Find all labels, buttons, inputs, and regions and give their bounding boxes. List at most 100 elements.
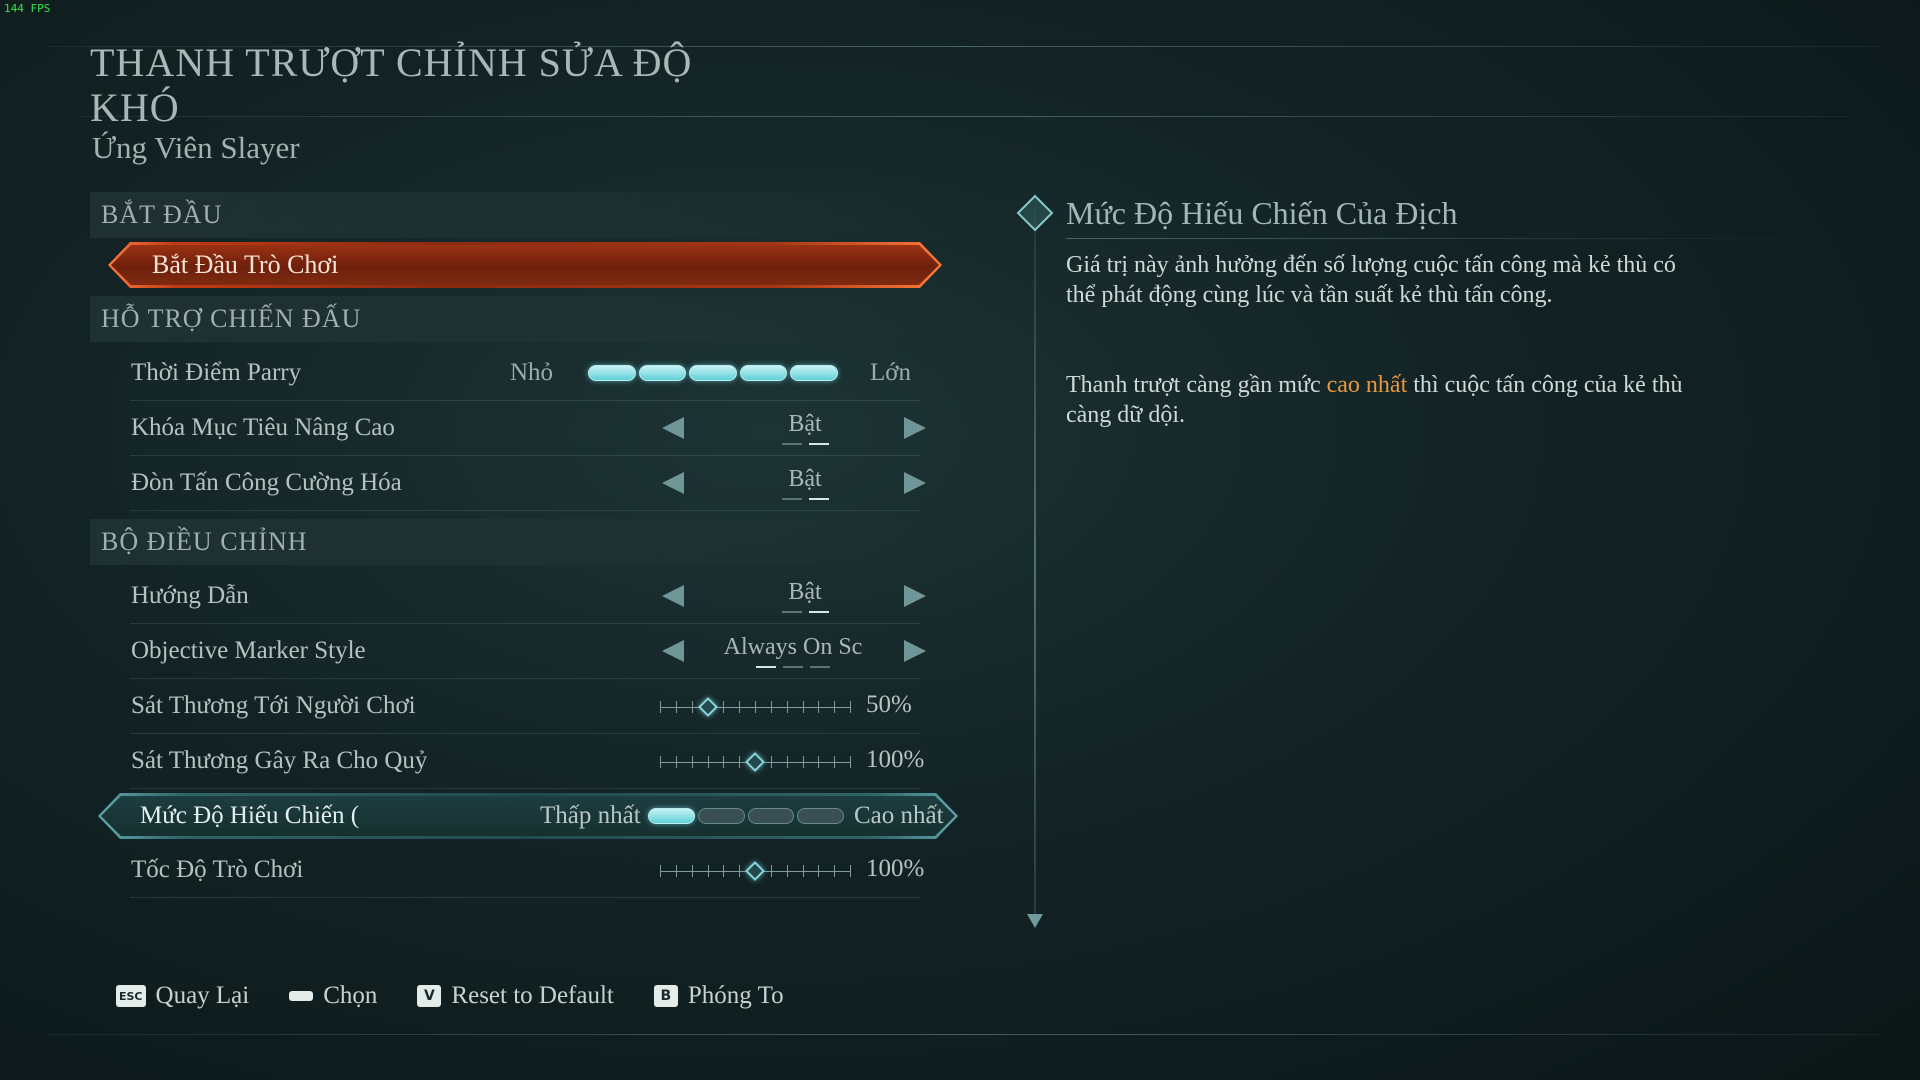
slider-tick [850, 756, 851, 768]
page-subtitle: Ứng Viên Slayer [92, 130, 300, 165]
slider-tick [850, 701, 851, 713]
slider-tick [786, 701, 788, 713]
info-highlight: cao nhất [1326, 372, 1408, 398]
slider-tick [834, 701, 836, 713]
damage-dealt-value: 100% [866, 746, 925, 773]
marker-value: Always On Sc [723, 634, 863, 660]
parry-label: Thời Điểm Parry [131, 359, 302, 386]
tutorials-value: Bật [788, 579, 822, 605]
marker-next-arrow-icon[interactable] [904, 640, 926, 662]
slider-tick [660, 756, 661, 768]
v-key-icon: V [417, 985, 442, 1007]
section-start: BẮT ĐẦU [90, 192, 970, 238]
row-objective-marker[interactable]: Objective Marker Style Always On Sc [130, 624, 926, 679]
row-damage-dealt[interactable]: Sát Thương Gây Ra Cho Quỷ 100% [130, 734, 924, 789]
row-target-lock[interactable]: Khóa Mục Tiêu Nâng Cao Bật [130, 401, 926, 456]
start-game-button[interactable]: Bắt Đầu Trò Chơi [108, 242, 942, 288]
tutorials-option-dots [730, 611, 880, 613]
marker-option-dots [714, 666, 872, 668]
back-label: Quay Lại [155, 982, 250, 1009]
slider-tick [786, 756, 788, 768]
row-empowered-attack[interactable]: Đòn Tấn Công Cường Hóa Bật [130, 456, 926, 511]
slider-segment [739, 365, 788, 381]
tutorials-label: Hướng Dẫn [131, 582, 249, 609]
target-lock-prev-arrow-icon[interactable] [662, 417, 684, 439]
reset-default-button[interactable]: V Reset to Default [417, 982, 614, 1010]
slider-tick [755, 701, 756, 713]
aggression-segment-slider[interactable] [648, 808, 844, 824]
slider-tick [818, 701, 820, 713]
slider-tick [802, 756, 804, 768]
parry-max-label: Lớn [870, 359, 911, 386]
empowered-prev-arrow-icon[interactable] [662, 472, 684, 494]
row-damage-taken[interactable]: Sát Thương Tới Người Chơi 50% [130, 679, 920, 734]
slider-tick [660, 701, 661, 713]
target-lock-next-arrow-icon[interactable] [904, 417, 926, 439]
slider-tick [739, 865, 741, 877]
b-key-icon: B [653, 985, 678, 1007]
slider-knob-icon[interactable] [697, 697, 718, 717]
bottom-frame-line [48, 1034, 1880, 1035]
marker-prev-arrow-icon[interactable] [662, 640, 684, 662]
esc-key-icon: ESC [116, 985, 146, 1007]
slider-tick [739, 701, 741, 713]
slider-tick [675, 756, 677, 768]
slider-tick [834, 756, 836, 768]
empowered-value: Bật [788, 466, 822, 492]
section-modifiers: BỘ ĐIỀU CHỈNH [90, 519, 970, 565]
slider-segment [588, 365, 636, 381]
damage-dealt-slider[interactable] [660, 752, 851, 772]
game-speed-slider[interactable] [660, 861, 851, 881]
row-enemy-aggression[interactable]: Mức Độ Hiếu Chiến ( Thấp nhất Cao nhất [98, 793, 958, 839]
slider-segment [697, 808, 745, 824]
slider-knob-icon[interactable] [745, 752, 765, 772]
diamond-ornament-icon [1016, 194, 1054, 232]
row-game-speed[interactable]: Tốc Độ Trò Chơi 100% [130, 843, 924, 898]
parry-min-label: Nhỏ [510, 359, 554, 386]
slider-tick [723, 701, 725, 713]
damage-taken-slider[interactable] [660, 697, 851, 717]
info-paragraph-1: Giá trị này ảnh hưởng đến số lượng cuộc … [1066, 252, 1676, 308]
row-parry-timing[interactable]: Thời Điểm Parry Nhỏ Lớn [130, 346, 920, 401]
damage-taken-label: Sát Thương Tới Người Chơi [131, 692, 416, 719]
info-title: Mức Độ Hiếu Chiến Của Địch [1066, 195, 1458, 231]
tutorials-prev-arrow-icon[interactable] [662, 585, 684, 607]
zoom-button[interactable]: B Phóng To [653, 982, 784, 1010]
target-lock-option-dots [730, 443, 880, 445]
slider-tick [707, 756, 709, 768]
game-speed-label: Tốc Độ Trò Chơi [131, 856, 304, 883]
tutorials-next-arrow-icon[interactable] [904, 585, 926, 607]
slider-tick [786, 865, 788, 877]
slider-segment [797, 808, 844, 824]
slider-tick [770, 701, 772, 713]
row-tutorials[interactable]: Hướng Dẫn Bật [130, 569, 926, 624]
panel-divider [1034, 210, 1036, 920]
footer-controls: ESC Quay Lại Chọn V Reset to Default B P… [116, 982, 784, 1010]
slider-tick [834, 865, 836, 877]
page-title: THANH TRƯỢT CHỈNH SỬA ĐỘ KHÓ [90, 40, 693, 130]
select-button[interactable]: Chọn [289, 982, 377, 1010]
slider-tick [691, 865, 693, 877]
target-lock-value: Bật [788, 411, 822, 437]
slider-knob-icon[interactable] [745, 861, 765, 881]
info-paragraph-2: Thanh trượt càng gần mức cao nhất thì cu… [1066, 372, 1683, 428]
parry-segment-slider[interactable] [588, 365, 838, 381]
marker-label: Objective Marker Style [131, 637, 366, 664]
game-speed-value: 100% [866, 855, 925, 882]
slider-tick [818, 756, 820, 768]
select-label: Chọn [323, 982, 378, 1009]
back-button[interactable]: ESC Quay Lại [116, 982, 249, 1010]
slider-tick [802, 865, 804, 877]
slider-tick [660, 865, 661, 877]
empowered-option-dots [730, 498, 880, 500]
slider-tick [770, 865, 772, 877]
aggression-label: Mức Độ Hiếu Chiến ( [140, 802, 360, 829]
aggression-max-label: Cao nhất [854, 802, 944, 829]
settings-menu: BẮT ĐẦU Bắt Đầu Trò Chơi HỖ TRỢ CHIẾN ĐẤ… [90, 192, 970, 898]
slider-segment [790, 365, 838, 381]
slider-tick [675, 865, 677, 877]
section-combat-assist: HỖ TRỢ CHIẾN ĐẤU [90, 296, 970, 342]
target-lock-label: Khóa Mục Tiêu Nâng Cao [131, 414, 395, 441]
empowered-label: Đòn Tấn Công Cường Hóa [131, 469, 402, 496]
empowered-next-arrow-icon[interactable] [904, 472, 926, 494]
